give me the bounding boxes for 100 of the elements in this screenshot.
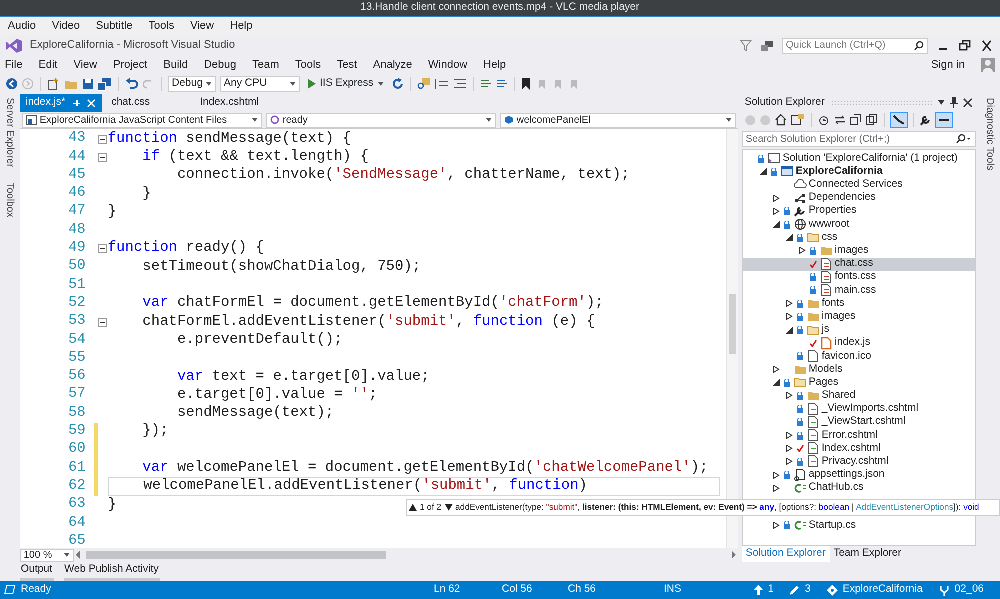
menu-item[interactable]: Build <box>164 56 188 74</box>
tree-item[interactable]: images <box>742 310 976 324</box>
tree-item[interactable]: _ViewImports.cshtml <box>742 402 976 416</box>
expanded-arrow-icon[interactable] <box>786 326 793 334</box>
sign-in-link[interactable]: Sign in <box>931 56 965 74</box>
collapsed-arrow-icon[interactable] <box>772 522 780 529</box>
editor-tab[interactable]: index.js* <box>20 94 102 112</box>
collapsed-arrow-icon[interactable] <box>786 300 793 308</box>
collapsed-arrow-icon[interactable] <box>772 472 780 479</box>
configuration-dropdown[interactable]: Debug <box>168 76 216 92</box>
collapsed-arrow-icon[interactable] <box>772 366 780 374</box>
panel-tab[interactable]: Solution Explorer <box>742 546 830 562</box>
collapse-icon[interactable] <box>98 134 107 144</box>
scroll-left-icon[interactable] <box>74 551 82 559</box>
collapse-icon[interactable] <box>98 244 107 254</box>
comment-icon[interactable] <box>480 78 492 90</box>
caret-icon[interactable] <box>938 100 946 105</box>
undo-icon[interactable] <box>125 78 139 90</box>
tree-item[interactable]: js <box>742 323 976 337</box>
history-icon[interactable] <box>818 114 830 126</box>
zoom-dropdown[interactable]: 100 % <box>20 548 74 562</box>
preview-icon[interactable] <box>936 113 952 127</box>
save-all-icon[interactable] <box>98 78 112 90</box>
run-button[interactable]: IIS Express <box>304 76 388 92</box>
menu-item[interactable]: Video <box>52 18 80 34</box>
collapsed-arrow-icon[interactable] <box>772 484 780 492</box>
tree-item[interactable]: Models <box>742 363 976 376</box>
bookmark-icon[interactable] <box>520 78 531 90</box>
quick-launch-field[interactable]: Quick Launch (Ctrl+Q) <box>782 38 928 54</box>
menu-item[interactable]: Window <box>428 56 468 74</box>
tree-item[interactable]: fonts <box>742 297 976 310</box>
tree-item[interactable]: Startup.cs <box>742 518 976 532</box>
menu-item[interactable]: File <box>5 56 23 74</box>
outdent-icon[interactable] <box>452 78 467 90</box>
menu-item[interactable]: Help <box>230 18 253 34</box>
find-icon[interactable] <box>416 78 431 90</box>
scope-dropdown[interactable]: ready <box>266 112 496 128</box>
tree-item[interactable]: wwwroot <box>742 218 976 232</box>
previous-icon[interactable] <box>409 504 417 511</box>
expanded-arrow-icon[interactable] <box>760 168 767 176</box>
tree-item[interactable]: fonts.css <box>742 270 976 284</box>
menu-item[interactable]: Project <box>113 56 148 74</box>
expanded-arrow-icon[interactable] <box>786 234 793 242</box>
tree-item[interactable]: favicon.ico <box>742 350 976 363</box>
refresh-icon[interactable] <box>392 78 404 90</box>
member-dropdown[interactable]: welcomePanelEl <box>500 112 736 128</box>
close-icon[interactable] <box>980 40 994 52</box>
collapsed-arrow-icon[interactable] <box>786 445 793 452</box>
collapsed-arrow-icon[interactable] <box>798 247 806 254</box>
menu-item[interactable]: Tools <box>148 18 174 34</box>
menu-item[interactable]: View <box>190 18 214 34</box>
tree-item[interactable]: Properties <box>742 204 976 218</box>
tree-item[interactable]: Connected Services <box>742 178 976 192</box>
tree-item[interactable]: Error.cshtml <box>742 428 976 442</box>
tree-item[interactable]: Dependencies <box>742 192 976 205</box>
tree-item[interactable]: main.css <box>742 284 976 298</box>
side-tab[interactable]: Server Explorer <box>2 98 18 168</box>
unpushed-commits-button[interactable]: 1 <box>754 582 774 598</box>
indent-icon[interactable] <box>434 78 449 90</box>
tree-item[interactable]: css <box>742 231 976 244</box>
editor-tab[interactable]: Index.cshtml <box>194 94 266 112</box>
collapse-all-icon[interactable] <box>850 114 862 126</box>
menu-item[interactable]: Subtitle <box>96 18 133 34</box>
switch-views-icon[interactable] <box>790 114 805 126</box>
collapse-icon[interactable] <box>98 152 107 162</box>
tree-item[interactable]: images <box>742 244 976 258</box>
menu-item[interactable]: Tools <box>295 56 322 74</box>
show-all-files-icon[interactable] <box>866 114 878 126</box>
collapsed-arrow-icon[interactable] <box>786 458 793 466</box>
collapsed-arrow-icon[interactable] <box>786 432 793 440</box>
changes-button[interactable]: 3 <box>790 582 811 598</box>
editor-tab[interactable]: chat.css <box>106 94 156 112</box>
expanded-arrow-icon[interactable] <box>772 221 780 228</box>
search-field[interactable]: Search Solution Explorer (Ctrl+;) <box>742 131 976 147</box>
tree-item[interactable]: chat.css <box>742 258 976 271</box>
menu-item[interactable]: Help <box>484 56 506 74</box>
menu-item[interactable]: Analyze <box>373 56 412 74</box>
sync-active-icon[interactable] <box>890 113 907 127</box>
expanded-arrow-icon[interactable] <box>772 379 780 386</box>
collapsed-arrow-icon[interactable] <box>772 208 780 215</box>
collapsed-arrow-icon[interactable] <box>786 313 793 320</box>
tree-item[interactable]: Solution 'ExploreCalifornia' (1 project) <box>742 152 976 166</box>
new-item-icon[interactable] <box>47 78 60 90</box>
menu-item[interactable]: Team <box>252 56 280 74</box>
menu-item[interactable]: Test <box>337 56 358 74</box>
tree-item[interactable]: Privacy.cshtml <box>742 455 976 468</box>
panel-tab[interactable]: Team Explorer <box>830 546 906 562</box>
scroll-right-icon[interactable] <box>730 551 738 559</box>
branch-button[interactable]: 02_06 <box>938 582 996 598</box>
tree-item[interactable]: _ViewStart.cshtml <box>742 416 976 429</box>
menu-item[interactable]: Edit <box>38 56 58 74</box>
filter-icon[interactable] <box>740 40 752 52</box>
menu-item[interactable]: View <box>74 56 98 74</box>
collapse-icon[interactable] <box>98 318 107 327</box>
tree-item[interactable]: index.js <box>742 336 976 350</box>
wrench-icon[interactable] <box>920 114 932 126</box>
collapsed-arrow-icon[interactable] <box>772 194 780 202</box>
pin-icon[interactable] <box>949 97 960 108</box>
side-tab[interactable]: Diagnostic Tools <box>982 98 998 171</box>
menu-item[interactable]: Debug <box>204 56 236 74</box>
